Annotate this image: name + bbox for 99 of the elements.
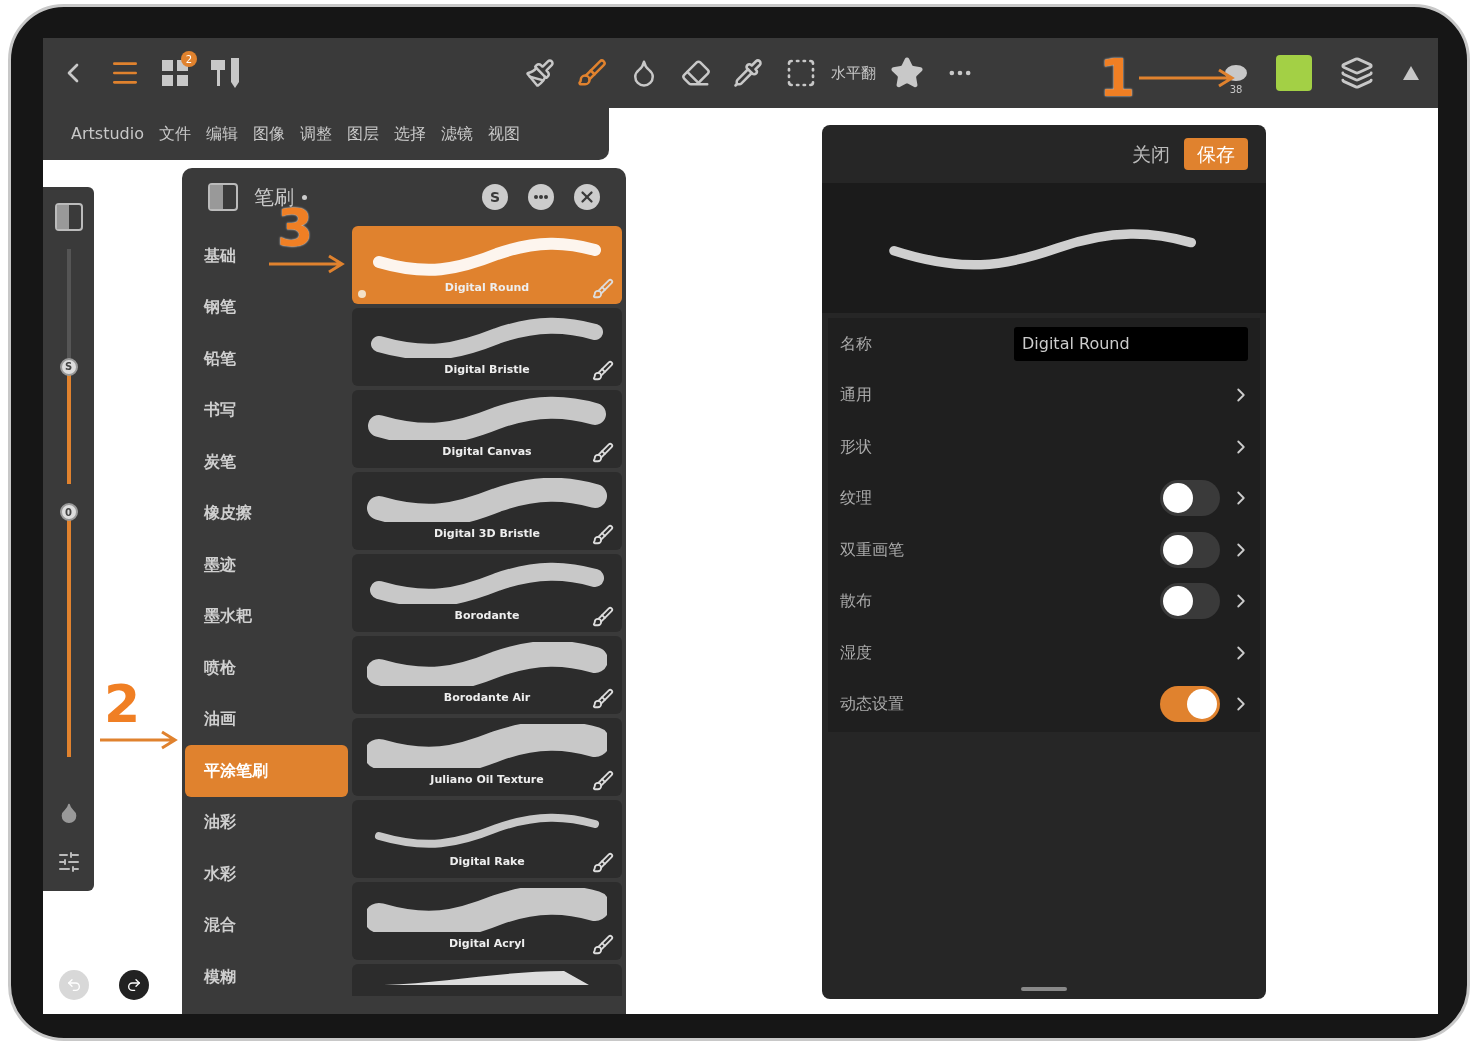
panel-toggle-icon[interactable] xyxy=(54,203,83,231)
setting-row[interactable]: 纹理 xyxy=(828,472,1260,524)
eraser-icon[interactable] xyxy=(681,58,711,88)
star-icon[interactable] xyxy=(890,56,924,90)
setting-label: 动态设置 xyxy=(840,693,904,716)
category-item[interactable]: 墨水耙 xyxy=(185,590,348,642)
brush-tile[interactable]: Digital Canvas xyxy=(352,390,622,468)
notification-badge: 2 xyxy=(181,51,197,67)
setting-row[interactable]: 形状 xyxy=(828,421,1260,473)
brush-icon[interactable] xyxy=(592,606,614,628)
toggle-switch[interactable] xyxy=(1160,531,1220,568)
toggle-switch[interactable] xyxy=(1160,480,1220,517)
category-item[interactable]: 墨迹 xyxy=(185,539,348,591)
slider-thumb[interactable]: S xyxy=(59,357,78,376)
brush-name: Digital Round xyxy=(444,280,530,296)
toggle-switch[interactable] xyxy=(1160,583,1220,620)
menu-item[interactable]: Artstudio xyxy=(71,122,144,146)
category-item[interactable]: 水彩 xyxy=(185,848,348,900)
setting-label: 纹理 xyxy=(840,487,872,510)
setting-row[interactable]: 通用 xyxy=(828,369,1260,421)
category-item[interactable]: 书写 xyxy=(185,384,348,436)
step-number: 1 xyxy=(1099,52,1136,104)
setting-label: 散布 xyxy=(840,590,872,613)
category-item[interactable]: 喷枪 xyxy=(185,642,348,694)
brush-tile[interactable]: Digital 3D Bristle xyxy=(352,472,622,550)
setting-label: 形状 xyxy=(840,435,872,458)
category-item[interactable]: 橡皮擦 xyxy=(185,487,348,539)
brush-name: Digital Bristle xyxy=(444,362,530,378)
brush-icon[interactable] xyxy=(592,852,614,874)
menu-item[interactable]: 选择 xyxy=(393,122,426,146)
home-indicator xyxy=(1021,987,1067,991)
brush-size-value: 38 xyxy=(1229,82,1243,97)
brush-icon[interactable] xyxy=(592,934,614,956)
setting-label: 湿度 xyxy=(840,641,872,664)
menu-item[interactable]: 图像 xyxy=(252,122,285,146)
redo-icon xyxy=(126,977,142,993)
close-button[interactable] xyxy=(574,184,600,210)
brush-icon[interactable] xyxy=(592,770,614,792)
setting-row[interactable]: 散布 xyxy=(828,575,1260,627)
flip-horizontal-button[interactable]: 水平翻 xyxy=(831,61,876,85)
adjustments-icon[interactable] xyxy=(56,850,81,874)
category-item[interactable]: 油画 xyxy=(185,693,348,745)
setting-row[interactable]: 双重画笔 xyxy=(828,524,1260,576)
brush-tile[interactable]: Juliano Oil Texture xyxy=(352,718,622,796)
category-item[interactable]: 钢笔 xyxy=(185,281,348,333)
brush-size-icon[interactable] xyxy=(1224,63,1248,82)
menu-item[interactable]: 编辑 xyxy=(205,122,238,146)
setting-label: 名称 xyxy=(840,332,872,355)
color-swatch[interactable] xyxy=(1276,55,1312,91)
panel-toggle-icon[interactable] xyxy=(208,183,238,211)
brush-name: Digital Canvas xyxy=(442,444,532,460)
brush-tile[interactable]: Borodante Air xyxy=(352,636,622,714)
brush-tile[interactable]: Borodante xyxy=(352,554,622,632)
vertical-slider[interactable]: S xyxy=(57,238,80,495)
more-icon xyxy=(534,195,548,199)
toggle-switch[interactable] xyxy=(1160,686,1220,723)
category-item[interactable]: 油彩 xyxy=(185,796,348,848)
undo-icon xyxy=(66,977,82,993)
brush-icon[interactable] xyxy=(525,58,555,88)
brush-name: Juliano Oil Texture xyxy=(430,772,544,788)
brush-tile[interactable]: Digital Rake xyxy=(352,800,622,878)
brush-name: Digital 3D Bristle xyxy=(433,526,541,542)
setting-row[interactable]: 湿度 xyxy=(828,627,1260,679)
redo-button[interactable] xyxy=(119,970,149,1000)
s-button[interactable]: S xyxy=(482,184,508,210)
brush-name: Digital Rake xyxy=(449,854,525,870)
brush-name: Digital Acryl xyxy=(448,936,526,952)
menu-item[interactable]: 调整 xyxy=(299,122,332,146)
selection-icon[interactable] xyxy=(785,57,817,89)
category-item[interactable]: 炭笔 xyxy=(185,436,348,488)
setting-row[interactable]: 动态设置 xyxy=(828,678,1260,730)
brush-tile[interactable] xyxy=(352,964,622,996)
menu-item[interactable]: 滤镜 xyxy=(440,122,473,146)
close-button[interactable]: 关闭 xyxy=(1132,139,1170,169)
category-item[interactable]: 铅笔 xyxy=(185,333,348,385)
name-input-field[interactable]: Digital Round xyxy=(1014,326,1248,361)
brush-tile[interactable]: Digital Acryl xyxy=(352,882,622,960)
vertical-slider[interactable]: 0 xyxy=(57,501,80,768)
brush-icon[interactable] xyxy=(592,688,614,710)
menu-item[interactable]: 图层 xyxy=(346,122,379,146)
category-item[interactable]: 模糊 xyxy=(185,951,348,1003)
category-item[interactable]: 混合 xyxy=(185,899,348,951)
triangle-icon[interactable] xyxy=(1402,65,1420,81)
brush-icon[interactable] xyxy=(592,524,614,546)
eyedropper-icon[interactable] xyxy=(733,58,763,88)
brush-name: Borodante Air xyxy=(443,690,531,706)
brush-icon[interactable] xyxy=(592,360,614,382)
menu-item[interactable]: 文件 xyxy=(158,122,191,146)
close-icon xyxy=(578,188,596,206)
layers-icon[interactable] xyxy=(1340,56,1374,90)
setting-label: 通用 xyxy=(840,384,872,407)
slider-thumb[interactable]: 0 xyxy=(59,503,78,521)
menu-item[interactable]: 视图 xyxy=(487,122,520,146)
step-number: 2 xyxy=(104,674,141,734)
more-button[interactable] xyxy=(528,184,554,210)
brush-tile[interactable]: Digital Bristle xyxy=(352,308,622,386)
brush-icon[interactable] xyxy=(592,442,614,464)
setting-label: 双重画笔 xyxy=(840,538,904,561)
brush-name: Borodante xyxy=(454,608,520,624)
